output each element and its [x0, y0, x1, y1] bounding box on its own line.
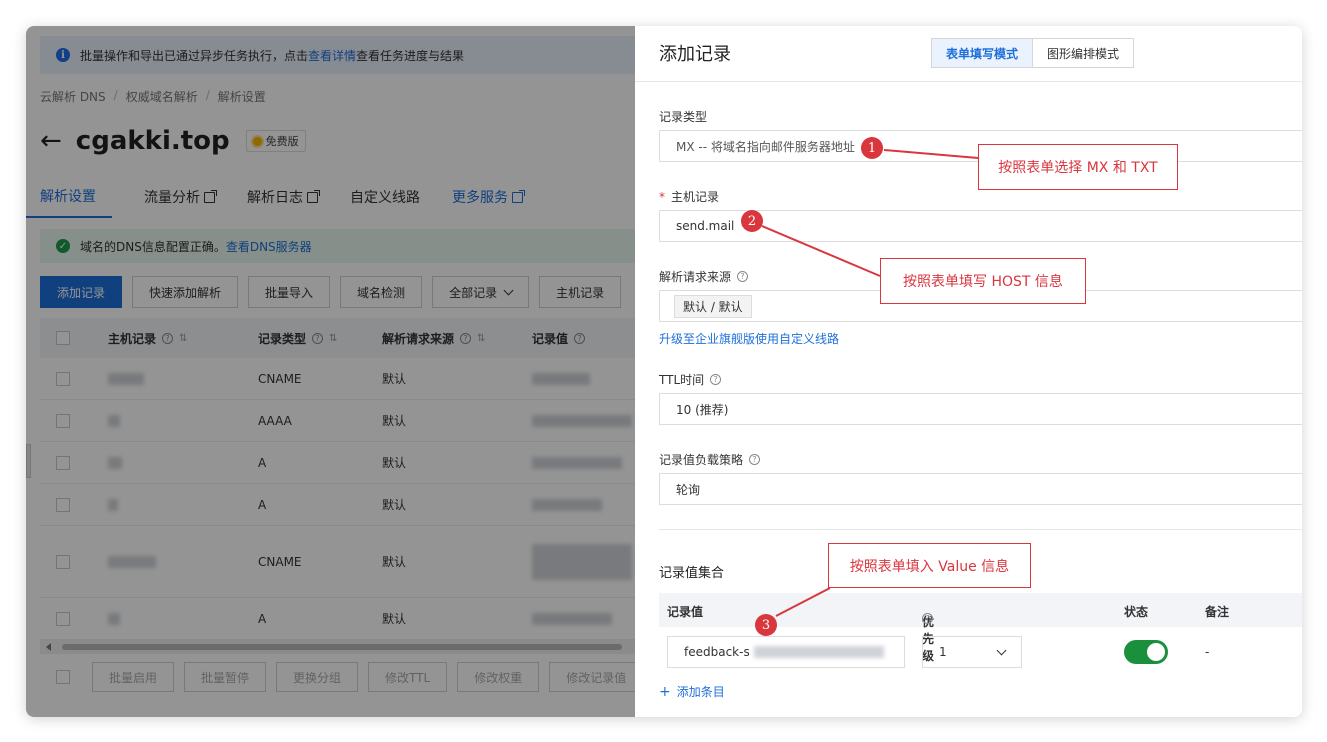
form-mode-button[interactable]: 表单填写模式	[932, 39, 1034, 67]
plus-icon: +	[659, 683, 671, 700]
host-record-label: * 主机记录	[659, 188, 719, 205]
step-marker-3: 3	[755, 614, 777, 636]
priority-select[interactable]: 1	[922, 636, 1022, 668]
column-header-status: 状态	[1124, 605, 1149, 619]
load-strategy-label: 记录值负载策略?	[659, 451, 761, 468]
field-label: 记录类型	[659, 110, 708, 124]
record-value-text: feedback-s	[684, 645, 750, 659]
annotation-callout-3: 按照表单填入 Value 信息	[828, 543, 1031, 588]
column-header-remark: 备注	[1205, 605, 1230, 619]
upgrade-link[interactable]: 升级至企业旗舰版使用自定义线路	[659, 330, 839, 347]
annotation-callout-2: 按照表单填写 HOST 信息	[880, 258, 1086, 304]
load-strategy-select[interactable]: 轮询	[659, 473, 1302, 505]
field-label: TTL时间	[659, 373, 705, 387]
add-item-label: 添加条目	[676, 685, 725, 699]
help-icon[interactable]: ?	[922, 613, 933, 624]
annotation-callout-1: 按照表单选择 MX 和 TXT	[978, 144, 1178, 190]
help-icon[interactable]: ?	[749, 454, 761, 465]
help-icon[interactable]: ?	[710, 374, 722, 385]
field-label: 解析请求来源	[659, 270, 732, 284]
graphic-mode-button[interactable]: 图形编排模式	[1033, 39, 1134, 67]
column-header-value: 记录值	[667, 605, 704, 619]
remark-value: -	[1205, 645, 1210, 659]
value-set-title: 记录值集合	[659, 566, 725, 581]
chevron-down-icon	[996, 645, 1007, 655]
redacted-value	[753, 646, 884, 658]
step-marker-2: 2	[741, 210, 763, 232]
field-label: 记录值负载策略	[659, 453, 744, 467]
drawer-header: 添加记录 表单填写模式 图形编排模式	[635, 26, 1302, 82]
record-value-input[interactable]: feedback-s	[667, 636, 905, 668]
app-window: i 批量操作和导出已通过异步任务执行，点击 查看详情 查看任务进度与结果 云解析…	[26, 26, 1302, 717]
step-marker-1: 1	[861, 137, 883, 159]
request-source-label: 解析请求来源?	[659, 268, 749, 285]
help-icon[interactable]: ?	[737, 271, 749, 282]
field-label: 主机记录	[671, 190, 720, 204]
toggle-knob	[1147, 643, 1165, 661]
drawer-title: 添加记录	[659, 44, 731, 65]
ttl-label: TTL时间?	[659, 371, 722, 388]
source-tag: 默认 / 默认	[674, 294, 752, 318]
ttl-select[interactable]: 10 (推荐)	[659, 393, 1302, 425]
section-divider	[659, 529, 1302, 530]
add-record-drawer: 添加记录 表单填写模式 图形编排模式 记录类型 MX -- 将域名指向邮件服务器…	[635, 26, 1302, 717]
priority-value: 1	[939, 645, 947, 659]
modal-overlay[interactable]	[26, 26, 635, 717]
mode-switch: 表单填写模式 图形编排模式	[931, 38, 1135, 68]
status-toggle[interactable]	[1124, 640, 1168, 664]
add-item-button[interactable]: + 添加条目	[659, 683, 725, 700]
required-mark: *	[659, 189, 665, 204]
record-type-label: 记录类型	[659, 108, 707, 125]
